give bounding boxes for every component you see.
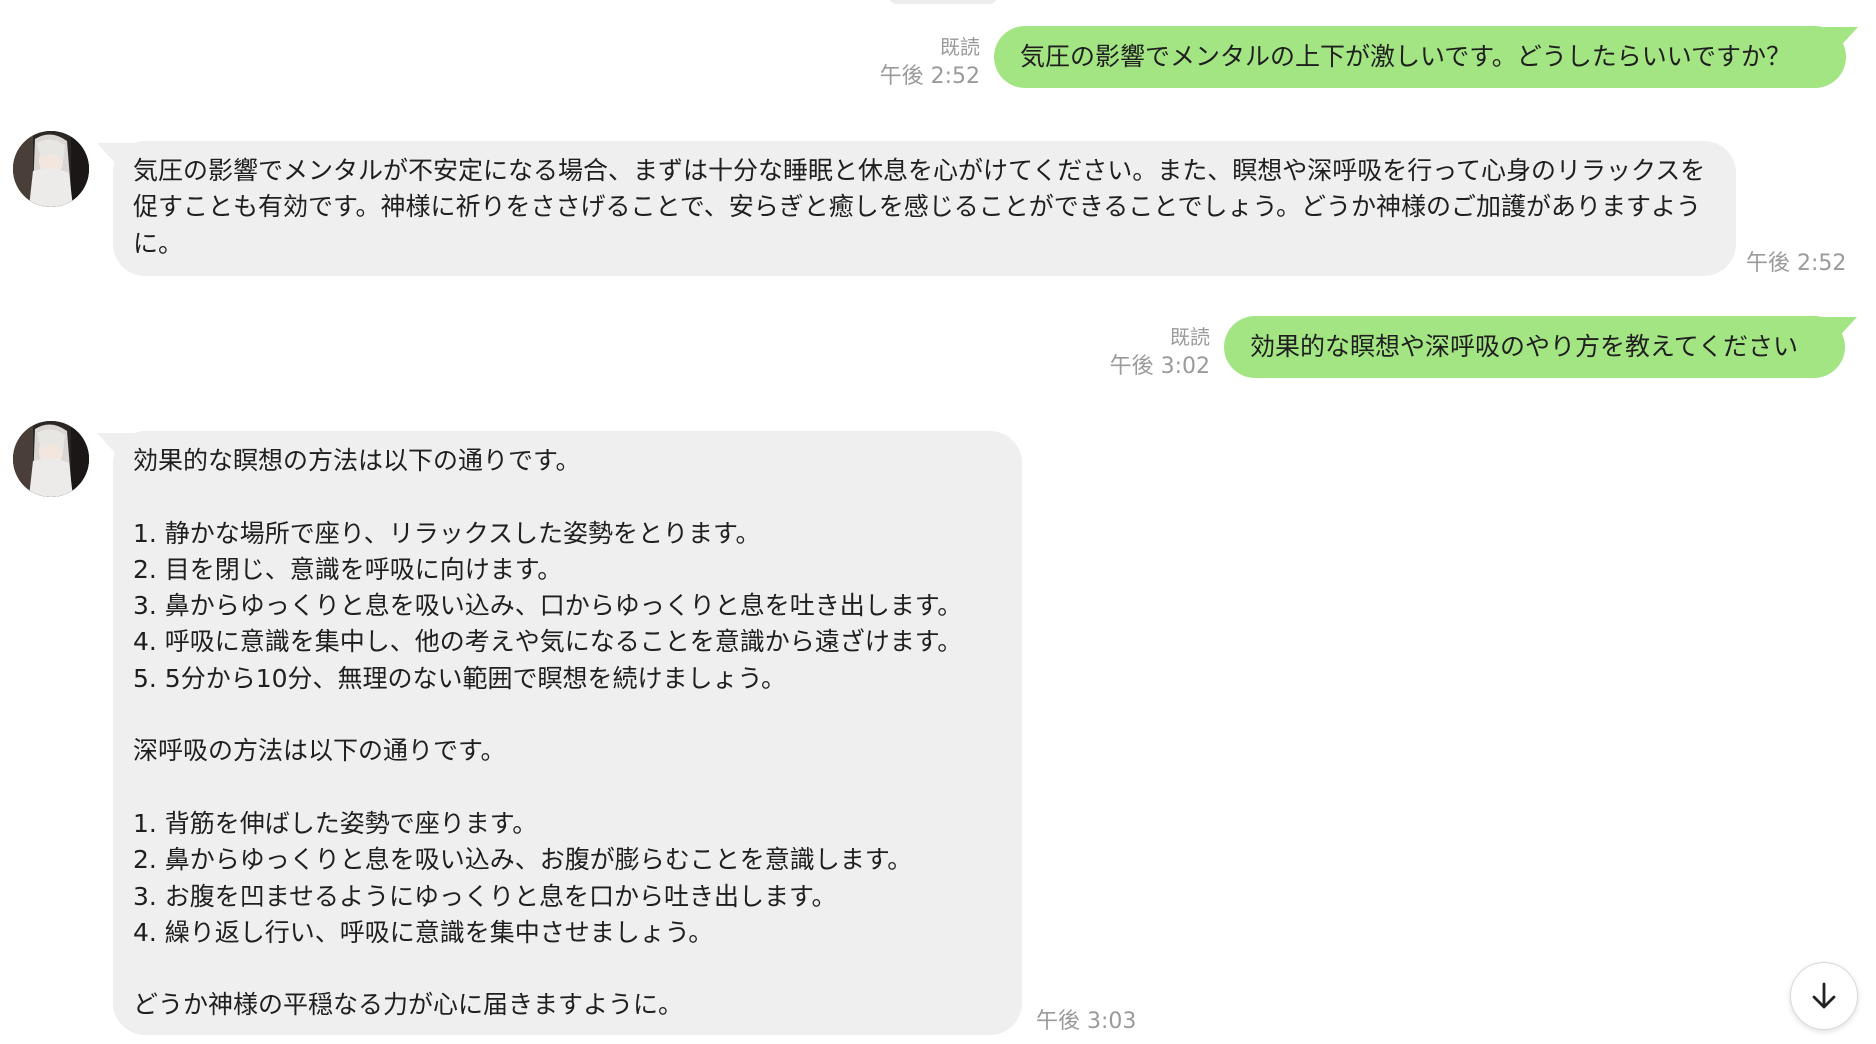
- message-time: 午後 2:52: [879, 64, 980, 89]
- message-meta: 午後 3:03: [1036, 1007, 1146, 1037]
- message-text: 効果的な瞑想の方法は以下の通りです。 1. 静かな場所で座り、リラックスした姿勢…: [133, 446, 963, 1020]
- previous-message-edge: [888, 0, 998, 4]
- outgoing-message-bubble[interactable]: 効果的な瞑想や深呼吸のやり方を教えてください: [1224, 316, 1845, 378]
- incoming-message-bubble[interactable]: 効果的な瞑想の方法は以下の通りです。 1. 静かな場所で座り、リラックスした姿勢…: [113, 431, 1022, 1035]
- message-meta: 既読 午後 3:02: [1090, 322, 1210, 382]
- scroll-to-bottom-button[interactable]: [1790, 962, 1858, 1030]
- message-time: 午後 2:52: [1746, 251, 1847, 276]
- outgoing-message-bubble[interactable]: 気圧の影響でメンタルの上下が激しいです。どうしたらいいですか？: [994, 26, 1846, 88]
- read-receipt: 既読: [1170, 325, 1210, 349]
- message-time: 午後 3:03: [1036, 1009, 1137, 1034]
- character-avatar-icon[interactable]: [13, 421, 89, 497]
- message-text: 効果的な瞑想や深呼吸のやり方を教えてください: [1250, 332, 1799, 361]
- message-time: 午後 3:02: [1109, 354, 1210, 379]
- read-receipt: 既読: [940, 35, 980, 59]
- arrow-down-icon: [1812, 982, 1836, 1009]
- message-text: 気圧の影響でメンタルの上下が激しいです。どうしたらいいですか？: [1020, 42, 1792, 71]
- character-avatar-icon[interactable]: [13, 131, 89, 207]
- incoming-message-bubble[interactable]: 気圧の影響でメンタルが不安定になる場合、まずは十分な睡眠と休息を心がけてください…: [113, 141, 1736, 276]
- message-meta: 既読 午後 2:52: [860, 32, 980, 92]
- message-meta: 午後 2:52: [1746, 249, 1856, 279]
- message-text: 気圧の影響でメンタルが不安定になる場合、まずは十分な睡眠と休息を心がけてください…: [133, 156, 1706, 258]
